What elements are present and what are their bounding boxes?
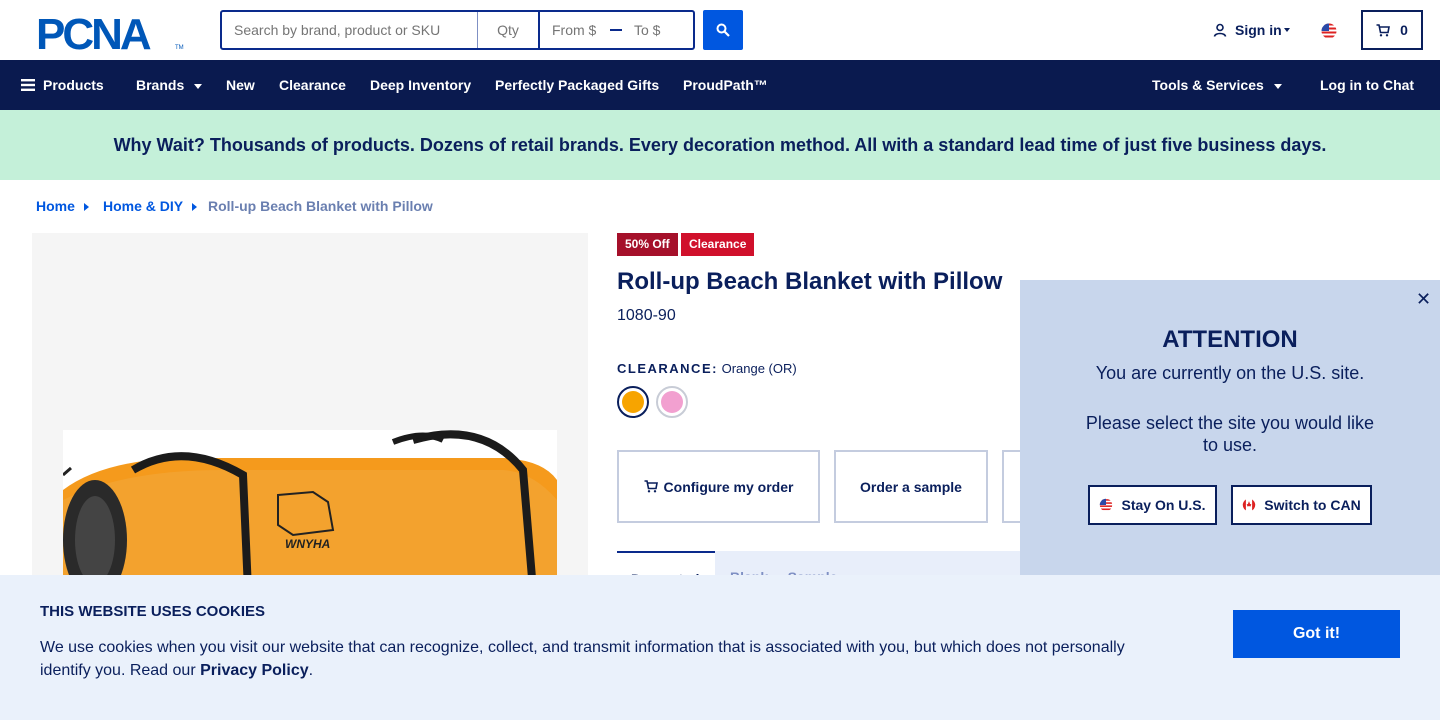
nav-brands-label: Brands	[136, 77, 185, 93]
chevron-down-icon	[194, 83, 203, 89]
promo-text: Why Wait? Thousands of products. Dozens …	[113, 134, 1327, 155]
nav-clearance[interactable]: Clearance	[279, 60, 346, 110]
product-title: Roll-up Beach Blanket with Pillow	[617, 268, 1003, 295]
chevron-down-icon	[1283, 28, 1290, 32]
chevron-down-icon	[1273, 83, 1282, 89]
sign-in-label: Sign in	[1235, 22, 1282, 38]
order-sample-label: Order a sample	[860, 478, 962, 495]
breadcrumb-home[interactable]: Home	[36, 198, 75, 214]
clearance-badge: Clearance	[681, 233, 755, 256]
sign-in-button[interactable]: Sign in	[1213, 22, 1290, 38]
color-value: Orange (OR)	[721, 361, 797, 376]
color-label-prefix: CLEARANCE:	[617, 361, 718, 376]
beach-blanket-image: WNYHA	[63, 430, 557, 590]
promo-banner: Why Wait? Thousands of products. Dozens …	[0, 110, 1440, 180]
svg-text:TM: TM	[175, 45, 184, 51]
nav-deep-inventory[interactable]: Deep Inventory	[370, 60, 471, 110]
nav-products[interactable]: Products	[21, 60, 104, 110]
got-it-button[interactable]: Got it!	[1233, 610, 1400, 658]
nav-proudpath[interactable]: ProudPath™	[683, 60, 768, 110]
nav-log-in-to-chat[interactable]: Log in to Chat	[1320, 60, 1414, 110]
qty-input[interactable]	[478, 12, 540, 48]
order-sample-button[interactable]: Order a sample	[834, 450, 988, 523]
cookie-title: THIS WEBSITE USES COOKIES	[40, 603, 266, 620]
cookie-period: .	[308, 662, 314, 679]
user-icon	[1213, 23, 1227, 37]
search-input[interactable]	[222, 12, 478, 48]
search-button[interactable]	[703, 10, 743, 50]
switch-can-label: Switch to CAN	[1264, 497, 1361, 513]
price-from-input[interactable]	[540, 12, 610, 48]
nav-products-label: Products	[43, 77, 104, 93]
logo-text: PCNA	[36, 11, 151, 51]
nav-new[interactable]: New	[226, 60, 255, 110]
price-to-input[interactable]	[622, 12, 692, 48]
menu-icon	[21, 78, 35, 91]
modal-current-site-text: You are currently on the U.S. site.	[1095, 363, 1365, 383]
configure-order-label: Configure my order	[663, 478, 794, 495]
breadcrumb-category[interactable]: Home & DIY	[103, 198, 183, 214]
close-icon[interactable]: ✕	[1416, 289, 1431, 310]
search-bar	[220, 10, 695, 50]
nav-tools-services[interactable]: Tools & Services	[1152, 60, 1282, 110]
product-logo-text: WNYHA	[285, 537, 330, 551]
privacy-policy-link[interactable]: Privacy Policy	[200, 662, 309, 679]
canada-flag-icon	[1243, 498, 1256, 512]
cart-icon	[1376, 23, 1391, 36]
swatch-pink[interactable]	[656, 386, 688, 418]
chevron-right-icon	[192, 203, 197, 211]
cart-icon	[644, 480, 658, 493]
product-image[interactable]: WNYHA	[63, 430, 557, 590]
us-flag-icon	[1100, 498, 1113, 512]
cart-count: 0	[1400, 22, 1408, 38]
color-label: CLEARANCE: Orange (OR)	[617, 361, 797, 376]
stay-us-button[interactable]: Stay On U.S.	[1088, 485, 1217, 525]
modal-title: ATTENTION	[1162, 326, 1298, 353]
search-icon	[716, 23, 730, 37]
main-nav: Products Brands New Clearance Deep Inven…	[0, 60, 1440, 110]
pcna-logo[interactable]: PCNA TM	[36, 11, 184, 51]
us-flag-icon[interactable]	[1320, 22, 1338, 40]
nav-brands[interactable]: Brands	[136, 60, 203, 110]
modal-select-text: Please select the site you would like to…	[1085, 413, 1375, 455]
chevron-right-icon	[84, 203, 89, 211]
cart-button[interactable]: 0	[1361, 10, 1423, 50]
switch-can-button[interactable]: Switch to CAN	[1231, 485, 1372, 525]
nav-tools-label: Tools & Services	[1152, 77, 1264, 93]
breadcrumb-current: Roll-up Beach Blanket with Pillow	[208, 198, 433, 214]
stay-us-label: Stay On U.S.	[1121, 497, 1206, 513]
range-dash	[610, 29, 622, 31]
site-header: PCNA TM Sign in 0	[0, 0, 1440, 60]
swatch-orange[interactable]	[617, 386, 649, 418]
discount-badge: 50% Off	[617, 233, 678, 256]
product-sku: 1080-90	[617, 307, 676, 324]
configure-order-button[interactable]: Configure my order	[617, 450, 820, 523]
cookie-text: We use cookies when you visit our websit…	[40, 636, 1150, 682]
nav-perfectly-packaged-gifts[interactable]: Perfectly Packaged Gifts	[495, 60, 659, 110]
